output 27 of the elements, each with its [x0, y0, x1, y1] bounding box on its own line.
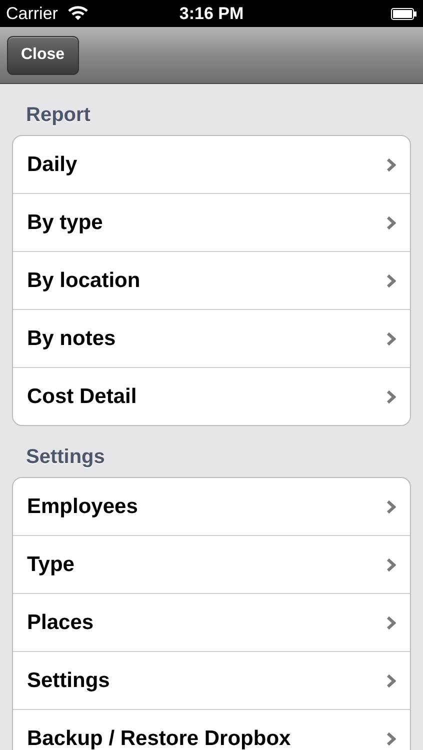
chevron-icon: [386, 390, 396, 404]
wifi-icon: [68, 6, 88, 21]
table-row[interactable]: Employees: [13, 478, 410, 535]
chevron-icon: [386, 216, 396, 230]
chevron-icon: [386, 674, 396, 688]
chevron-icon: [386, 332, 396, 346]
status-time: 3:16 PM: [179, 4, 244, 22]
battery-icon: [391, 8, 417, 20]
chevron-icon: [386, 558, 396, 572]
table-row[interactable]: By notes: [13, 309, 410, 367]
close-button[interactable]: Close: [7, 36, 79, 74]
table-row[interactable]: Cost Detail: [13, 367, 410, 425]
chevron-icon: [386, 616, 396, 630]
chevron-icon: [386, 158, 396, 172]
table-row[interactable]: Settings: [13, 651, 410, 709]
table-row[interactable]: By type: [13, 193, 410, 251]
table-row[interactable]: By location: [13, 251, 410, 309]
chevron-icon: [386, 732, 396, 746]
chevron-icon: [386, 500, 396, 514]
section-header: Report: [25, 103, 92, 128]
table-row[interactable]: Backup / Restore Dropbox: [13, 709, 410, 750]
chevron-icon: [386, 274, 396, 288]
section-header: Settings: [25, 445, 106, 470]
carrier-name: Carrier: [6, 4, 58, 24]
table-row[interactable]: Type: [13, 535, 410, 593]
table-row[interactable]: Places: [13, 593, 410, 651]
table-row[interactable]: Daily: [13, 136, 410, 193]
